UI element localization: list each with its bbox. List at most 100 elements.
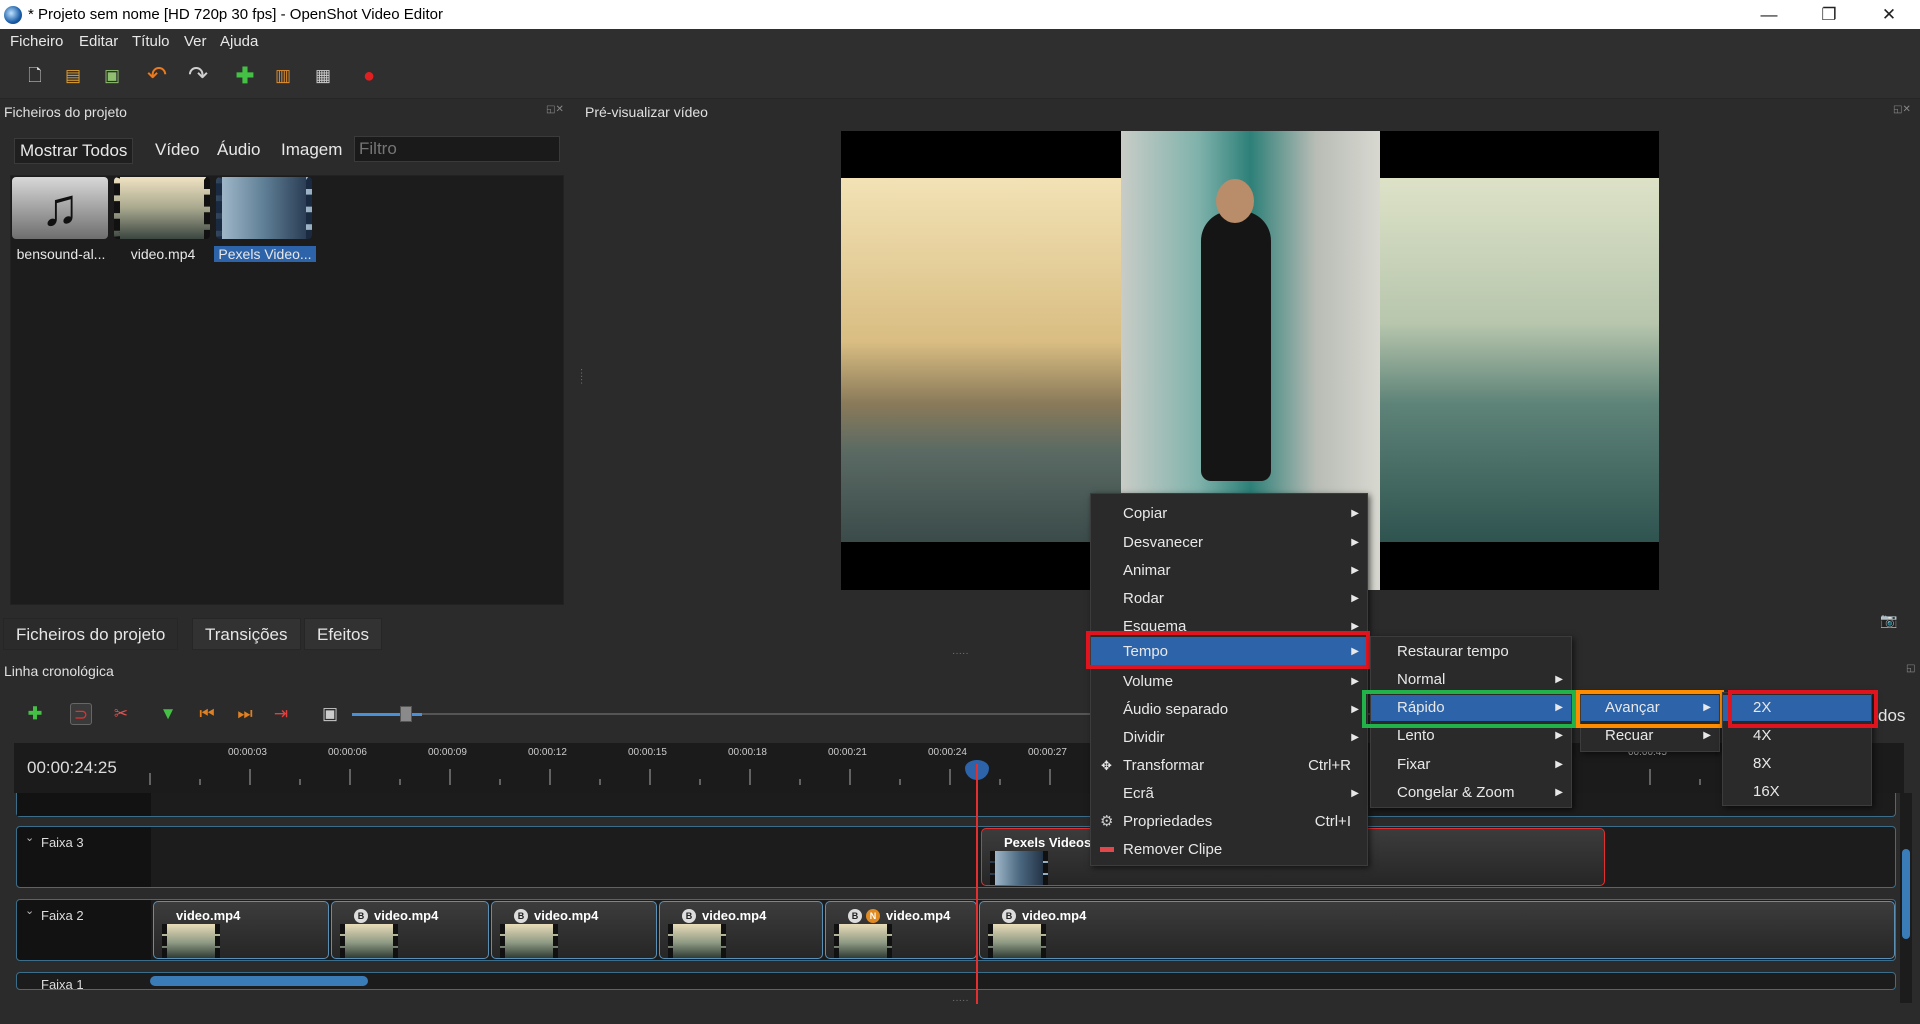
panel-dock-icon[interactable]: ◱✕ [546, 104, 564, 115]
fullscreen-icon[interactable]: ▦ [312, 65, 334, 87]
ruler-tick-label: 00:00:27 [1028, 747, 1067, 758]
tab-transitions[interactable]: Transições [192, 618, 301, 650]
timeline-clip[interactable]: B video.mp4 [331, 901, 489, 959]
current-time-display: 00:00:24:25 [27, 758, 117, 777]
track-header[interactable]: ⌄ Faixa 2 [17, 900, 151, 960]
razor-icon[interactable]: ✂ [110, 703, 132, 725]
track-collapse-icon[interactable]: ⌄ [25, 904, 34, 917]
openshot-logo-icon [4, 6, 22, 24]
filter-input[interactable] [354, 136, 560, 162]
audio-file-thumbnail[interactable]: ♫ [12, 177, 108, 239]
timeline-horizontal-scrollbar[interactable] [150, 975, 1895, 987]
scrollbar-thumb[interactable] [1902, 849, 1910, 939]
menu-item-volume[interactable]: Volume ▶ [1091, 669, 1367, 695]
redo-icon[interactable]: ↷ [187, 64, 209, 88]
menu-item-copiar[interactable]: Copiar ▶ [1091, 501, 1367, 527]
menu-item-dividir[interactable]: Dividir ▶ [1091, 725, 1367, 751]
timeline-clip[interactable]: B video.mp4 [491, 901, 657, 959]
open-project-icon[interactable]: ▤ [62, 65, 84, 87]
transform-icon: ✥ [1101, 758, 1112, 773]
zoom-slider-handle[interactable] [400, 706, 412, 722]
scrollbar-thumb[interactable] [150, 976, 368, 986]
zoom-fit-icon[interactable]: ▣ [319, 703, 341, 725]
ruler-tick-label: 00:00:06 [328, 747, 367, 758]
tab-project-files[interactable]: Ficheiros do projeto [3, 618, 179, 650]
splitter-handle[interactable]: ····· [952, 648, 969, 659]
file-label-selected: Pexels Video... [214, 246, 316, 262]
ruler-tick-label: 00:00:12 [528, 747, 567, 758]
video-file-thumbnail[interactable] [114, 177, 210, 239]
menu-ficheiro[interactable]: Ficheiro [10, 33, 63, 50]
menu-item-16x[interactable]: 16X [1723, 779, 1871, 805]
menu-item-fixar[interactable]: Fixar ▶ [1371, 752, 1571, 778]
choose-profile-icon[interactable]: ▥ [272, 65, 294, 87]
preview-dock-icon[interactable]: ◱✕ [1893, 104, 1911, 115]
track-faixa-3[interactable]: ⌄ Faixa 3 Pexels Videos 2 [16, 826, 1896, 888]
previous-marker-icon[interactable]: ⏮ [196, 703, 218, 725]
gear-icon: ⚙ [1100, 813, 1114, 830]
clip-label: video.mp4 [534, 908, 599, 923]
filter-video-tab[interactable]: Vídeo [150, 138, 204, 162]
clip-label: video.mp4 [374, 908, 439, 923]
save-project-icon[interactable]: ▣ [101, 65, 123, 87]
timeline-dock-icon[interactable]: ◱ [1906, 663, 1915, 674]
splitter-handle[interactable]: ····· [576, 368, 587, 385]
snapping-magnet-icon[interactable]: ⊃ [70, 703, 92, 725]
menu-item-restaurar-tempo[interactable]: Restaurar tempo [1371, 639, 1571, 665]
clip-label: Pexels Videos 2 [1004, 835, 1103, 850]
track-collapse-icon[interactable]: ⌄ [25, 831, 34, 844]
menu-item-audio-separado[interactable]: Áudio separado ▶ [1091, 697, 1367, 723]
highlight-rapido [1362, 690, 1576, 728]
minimize-button[interactable]: — [1740, 0, 1798, 29]
menu-item-8x[interactable]: 8X [1723, 751, 1871, 777]
menu-item-transformar[interactable]: ✥ Transformar Ctrl+R [1091, 753, 1367, 779]
menu-item-desvanecer[interactable]: Desvanecer ▶ [1091, 530, 1367, 556]
timeline-clip[interactable]: video.mp4 [153, 901, 329, 959]
close-button[interactable]: ✕ [1860, 0, 1918, 29]
menu-editar[interactable]: Editar [79, 33, 118, 50]
filter-audio-tab[interactable]: Áudio [212, 138, 265, 162]
clip-label: video.mp4 [702, 908, 767, 923]
ruler-tick-label: 00:00:03 [228, 747, 267, 758]
maximize-button[interactable]: ❐ [1800, 0, 1858, 29]
track-header[interactable]: ⌄ Faixa 3 [17, 827, 151, 887]
ruler-tick-label: 00:00:21 [828, 747, 867, 758]
timeline-clip[interactable]: B video.mp4 [979, 901, 1895, 959]
menu-item-propriedades[interactable]: ⚙ Propriedades Ctrl+I [1091, 809, 1367, 835]
menu-item-rodar[interactable]: Rodar ▶ [1091, 586, 1367, 612]
track-faixa-2[interactable]: ⌄ Faixa 2 video.mp4 B video.mp4 B video.… [16, 899, 1896, 961]
clip-badge: B [682, 909, 696, 923]
center-playhead-icon[interactable]: ⇥ [270, 703, 292, 725]
splitter-handle[interactable]: ····· [952, 995, 969, 1006]
window-titlebar: * Projeto sem nome [HD 720p 30 fps] - Op… [0, 0, 1920, 29]
clip-thumbnail [990, 851, 1048, 885]
add-track-icon[interactable]: ✚ [24, 703, 46, 725]
menu-item-remover-clipe[interactable]: Remover Clipe [1091, 837, 1367, 863]
timeline-panel-title: Linha cronológica [4, 663, 114, 679]
menu-item-animar[interactable]: Animar ▶ [1091, 558, 1367, 584]
undo-icon[interactable]: ↶ [146, 64, 168, 88]
menu-titulo[interactable]: Título [132, 33, 170, 50]
timeline-vertical-scrollbar[interactable] [1900, 793, 1912, 1003]
remove-icon [1100, 847, 1114, 852]
export-video-icon[interactable]: ● [358, 65, 380, 87]
timeline-clip[interactable]: B video.mp4 [659, 901, 823, 959]
highlight-2x [1728, 690, 1878, 728]
add-marker-icon[interactable]: ▼ [157, 703, 179, 725]
timeline-cut-off-text: dos [1878, 706, 1906, 725]
menu-ajuda[interactable]: Ajuda [220, 33, 258, 50]
pexels-file-thumbnail[interactable] [216, 177, 312, 239]
import-files-icon[interactable]: ✚ [234, 65, 256, 87]
menu-item-congelar-zoom[interactable]: Congelar & Zoom ▶ [1371, 780, 1571, 806]
clip-thumbnail [340, 924, 398, 958]
new-project-icon[interactable]: 🗋 [24, 65, 46, 87]
timeline-clip[interactable]: B N video.mp4 [825, 901, 977, 959]
camera-icon[interactable]: 📷 [1880, 612, 1897, 629]
filter-image-tab[interactable]: Imagem [276, 138, 347, 162]
track-name: Faixa 3 [41, 835, 84, 850]
filter-show-all-tab[interactable]: Mostrar Todos [14, 138, 134, 164]
menu-item-ecra[interactable]: Ecrã ▶ [1091, 781, 1367, 807]
menu-ver[interactable]: Ver [184, 33, 207, 50]
tab-effects[interactable]: Efeitos [304, 618, 382, 650]
next-marker-icon[interactable]: ⏭ [234, 703, 256, 725]
